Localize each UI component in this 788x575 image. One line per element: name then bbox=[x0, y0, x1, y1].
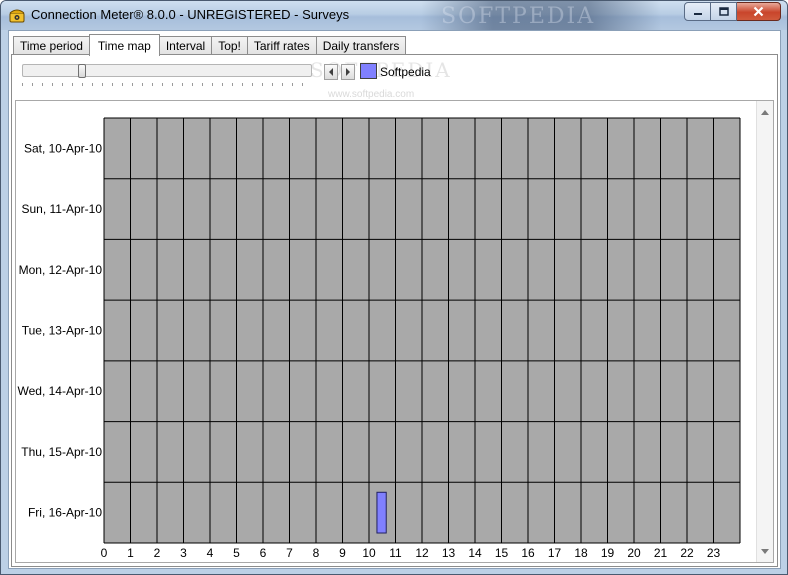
period-slider[interactable] bbox=[22, 64, 312, 78]
x-tick-label: 15 bbox=[495, 546, 509, 560]
x-tick-label: 5 bbox=[233, 546, 240, 560]
legend-swatch bbox=[360, 63, 377, 79]
tab-interval[interactable]: Interval bbox=[158, 36, 213, 55]
scroll-up-icon[interactable] bbox=[760, 107, 770, 117]
y-tick-label: Fri, 16-Apr-10 bbox=[28, 506, 102, 520]
x-tick-label: 1 bbox=[127, 546, 134, 560]
x-tick-label: 16 bbox=[521, 546, 535, 560]
vertical-scrollbar[interactable] bbox=[756, 101, 773, 562]
close-button[interactable] bbox=[737, 2, 781, 21]
x-tick-label: 11 bbox=[389, 546, 402, 560]
x-tick-label: 22 bbox=[680, 546, 694, 560]
x-tick-label: 10 bbox=[362, 546, 376, 560]
previous-button[interactable] bbox=[324, 64, 338, 80]
tab-daily-transfers[interactable]: Daily transfers bbox=[315, 36, 407, 55]
x-tick-label: 3 bbox=[180, 546, 187, 560]
close-icon bbox=[753, 6, 764, 17]
time-map-svg: Sat, 10-Apr-10 Sun, 11-Apr-10 Mon, 12-Apr-… bbox=[18, 117, 741, 560]
tab-strip: Time period Time map Interval Top! Tarif… bbox=[13, 34, 407, 56]
slider-ticks bbox=[22, 83, 312, 86]
x-tick-label: 9 bbox=[339, 546, 346, 560]
session-bar bbox=[376, 491, 387, 534]
y-tick-label: Wed, 14-Apr-10 bbox=[18, 384, 103, 398]
caption-buttons bbox=[684, 2, 781, 21]
x-tick-label: 17 bbox=[548, 546, 562, 560]
x-tick-label: 12 bbox=[415, 546, 429, 560]
tab-time-period[interactable]: Time period bbox=[13, 36, 90, 55]
x-tick-label: 6 bbox=[260, 546, 267, 560]
x-tick-label: 8 bbox=[313, 546, 320, 560]
x-tick-label: 2 bbox=[154, 546, 161, 560]
app-window: SOFTPEDIA Connection Meter® 8.0.0 - UNRE… bbox=[0, 0, 788, 575]
time-map-chart: Sat, 10-Apr-10 Sun, 11-Apr-10 Mon, 12-Apr-… bbox=[15, 100, 774, 563]
x-tick-label: 19 bbox=[601, 546, 615, 560]
title-bar[interactable]: SOFTPEDIA Connection Meter® 8.0.0 - UNRE… bbox=[1, 1, 787, 30]
chevron-left-icon bbox=[329, 68, 333, 76]
x-tick-label: 20 bbox=[627, 546, 641, 560]
x-tick-label: 23 bbox=[707, 546, 721, 560]
x-tick-label: 0 bbox=[101, 546, 108, 560]
y-tick-label: Mon, 12-Apr-10 bbox=[19, 263, 103, 277]
x-tick-label: 18 bbox=[574, 546, 588, 560]
y-tick-label: Sun, 11-Apr-10 bbox=[22, 202, 103, 216]
slider-thumb[interactable] bbox=[78, 64, 86, 78]
x-tick-label: 21 bbox=[654, 546, 668, 560]
y-tick-label: Sat, 10-Apr-10 bbox=[24, 141, 102, 155]
x-tick-label: 4 bbox=[207, 546, 214, 560]
client-area: Time period Time map Interval Top! Tarif… bbox=[8, 30, 781, 569]
telephone-icon[interactable] bbox=[9, 7, 25, 23]
minimize-button[interactable] bbox=[684, 2, 711, 21]
legend-label: Softpedia bbox=[380, 65, 431, 79]
y-tick-label: Thu, 15-Apr-10 bbox=[21, 445, 102, 459]
tab-tariff-rates[interactable]: Tariff rates bbox=[246, 36, 317, 55]
x-tick-label: 13 bbox=[442, 546, 456, 560]
maximize-icon bbox=[718, 6, 729, 16]
chevron-right-icon bbox=[346, 68, 350, 76]
softpedia-url-watermark: www.softpedia.com bbox=[328, 89, 415, 100]
x-tick-label: 14 bbox=[468, 546, 482, 560]
time-map-panel: SOFTPEDIA www.softpedia.com Softpedia Sa… bbox=[11, 54, 778, 567]
maximize-button[interactable] bbox=[711, 2, 737, 21]
window-title: Connection Meter® 8.0.0 - UNREGISTERED -… bbox=[31, 7, 350, 22]
tab-top[interactable]: Top! bbox=[211, 36, 248, 55]
tab-time-map[interactable]: Time map bbox=[88, 34, 160, 56]
y-tick-label: Tue, 13-Apr-10 bbox=[22, 324, 103, 338]
softpedia-title-watermark: SOFTPEDIA bbox=[441, 4, 596, 29]
minimize-icon bbox=[693, 12, 702, 15]
x-tick-label: 7 bbox=[286, 546, 293, 560]
scroll-down-icon[interactable] bbox=[760, 546, 770, 556]
next-button[interactable] bbox=[341, 64, 355, 80]
